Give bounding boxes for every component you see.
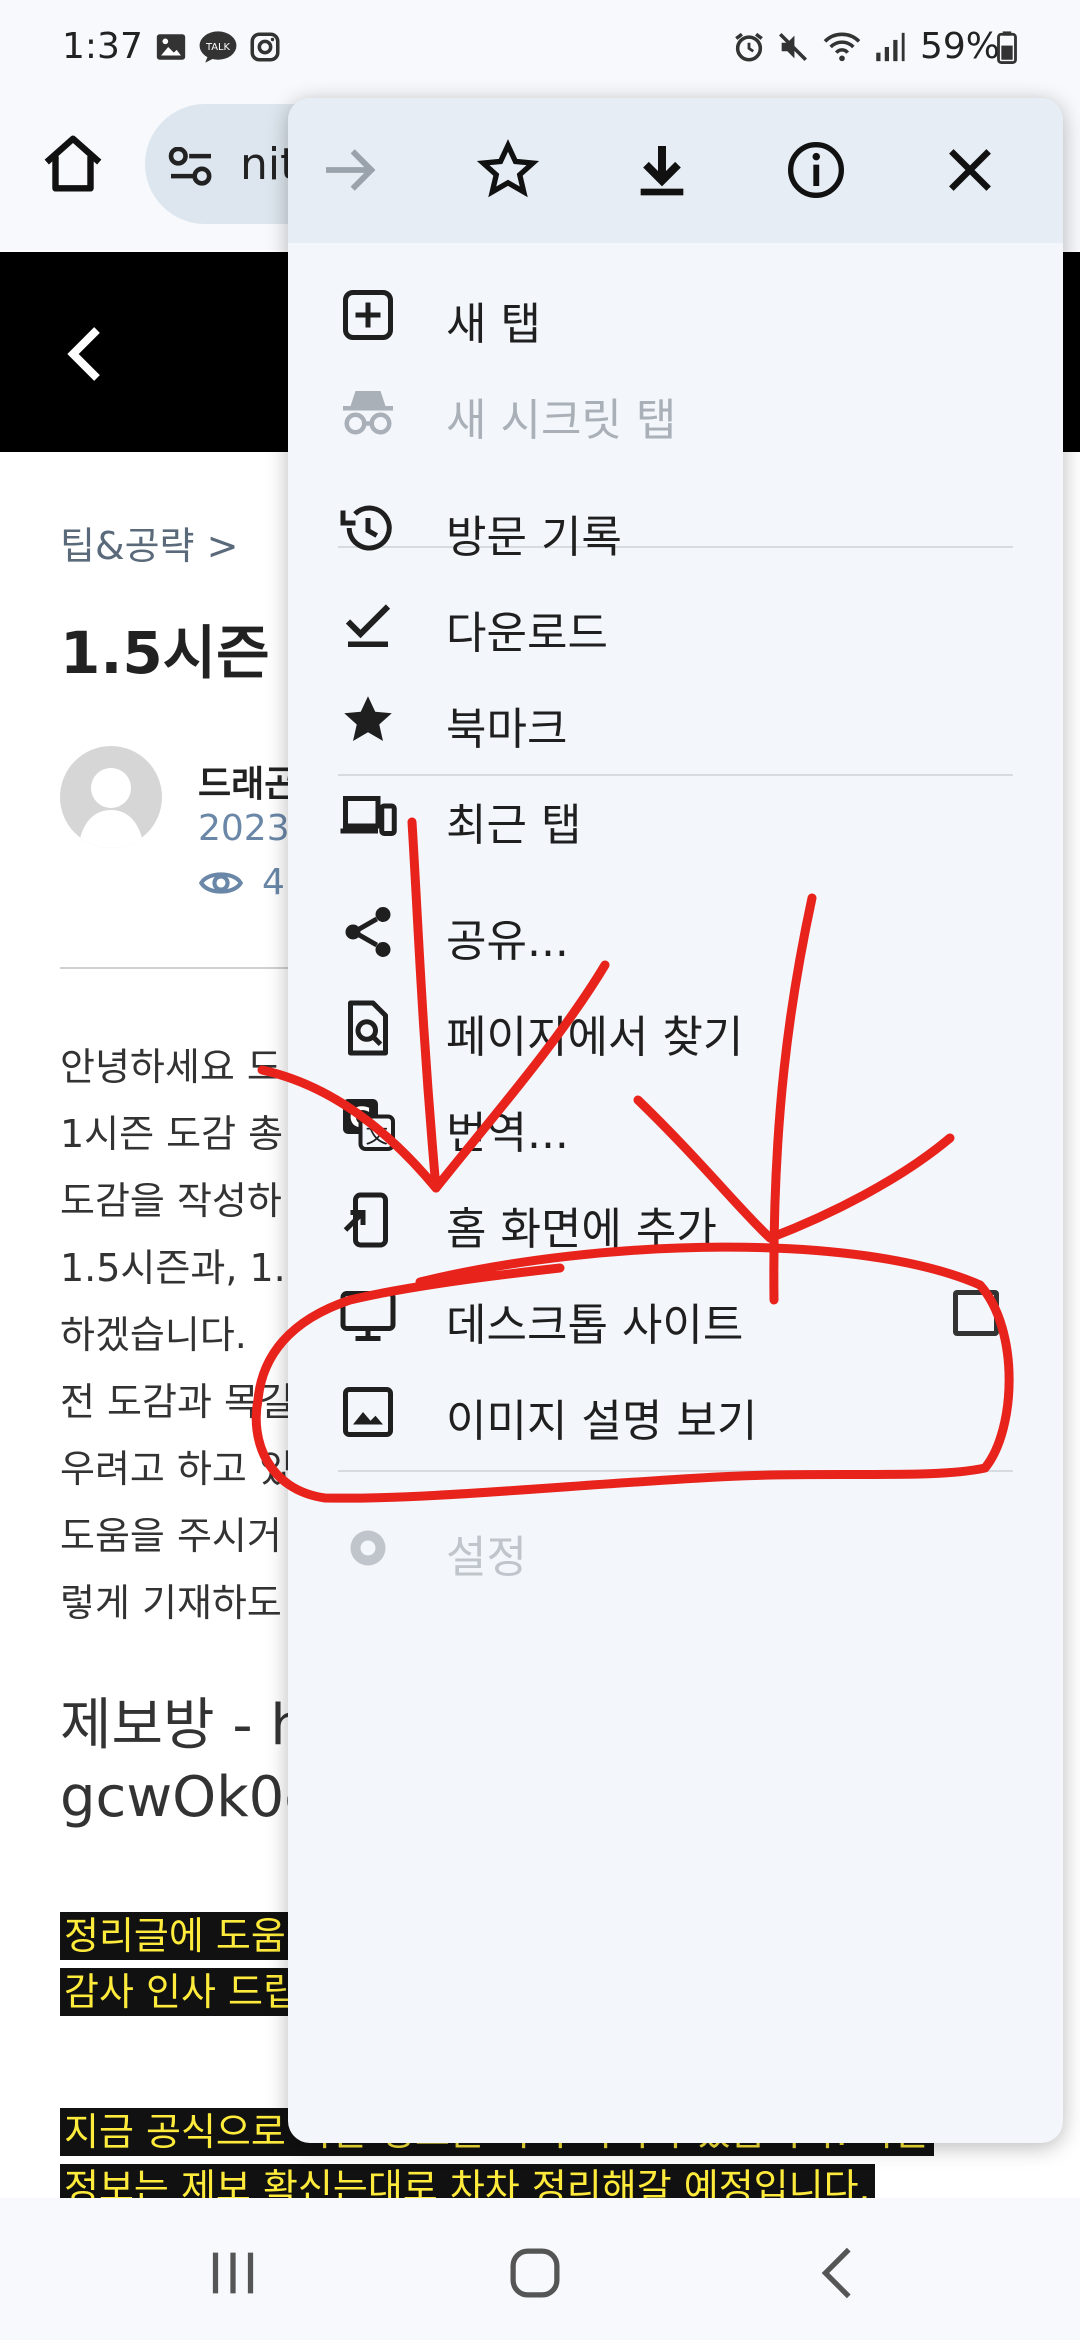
menu-item-label: 새 시크릿 탭 bbox=[446, 395, 677, 446]
alarm-icon bbox=[735, 32, 763, 62]
battery-percent: 59% bbox=[919, 26, 1000, 67]
recent-apps-icon[interactable] bbox=[198, 2238, 268, 2308]
system-nav-bar bbox=[0, 2198, 1080, 2340]
home-icon[interactable] bbox=[38, 130, 108, 200]
home-nav-icon[interactable] bbox=[500, 2238, 570, 2308]
menu-separator bbox=[338, 774, 1013, 776]
download-check-icon bbox=[345, 604, 391, 647]
body-line: 도감을 작성하 bbox=[60, 1179, 282, 1223]
battery-icon bbox=[997, 31, 1017, 64]
body-line: 1시즌 도감 총 bbox=[60, 1112, 284, 1156]
settings-icon bbox=[350, 1530, 386, 1566]
avatar bbox=[60, 746, 162, 848]
mute-icon bbox=[778, 32, 808, 62]
menu-item-label: 새 탭 bbox=[446, 299, 541, 350]
incognito-icon bbox=[343, 391, 393, 435]
back-nav-icon[interactable] bbox=[805, 2238, 875, 2308]
post-date: 2023- bbox=[198, 808, 303, 849]
body-line: 1.5시즌과, 1. bbox=[60, 1246, 286, 1290]
body-line: 우려고 하고 있 bbox=[60, 1447, 294, 1491]
menu-item-label: 최근 탭 bbox=[446, 800, 582, 851]
add-to-home-icon bbox=[343, 1192, 388, 1248]
menu-separator bbox=[338, 1470, 1013, 1472]
find-in-page-icon bbox=[348, 1000, 388, 1056]
back-chevron-icon[interactable] bbox=[65, 324, 105, 384]
menu-item-label: 설정 bbox=[446, 1532, 527, 1583]
menu-item-label: 공유... bbox=[446, 916, 569, 967]
desktop-site-checkbox[interactable] bbox=[953, 1290, 999, 1336]
highlight-line: 감사 인사 드립 bbox=[60, 1968, 302, 2016]
menu-item-label: 홈 화면에 추가 bbox=[446, 1204, 717, 1255]
signal-icon bbox=[876, 32, 905, 62]
svg-text:文: 文 bbox=[365, 1123, 388, 1149]
menu-item-label: 페이지에서 찾기 bbox=[446, 1012, 744, 1063]
heading-line: 제보방 - h bbox=[60, 1693, 306, 1758]
desktop-icon bbox=[340, 1291, 396, 1341]
new-tab-icon bbox=[343, 290, 393, 340]
browser-overflow-menu: 새 탭 새 시크릿 탭 방문 기록 다운로드 북마크 최근 탭 공유... 페이… bbox=[288, 98, 1063, 2143]
close-icon[interactable] bbox=[938, 138, 1002, 202]
recent-tabs-icon bbox=[340, 796, 397, 836]
body-line: 전 도감과 목길 bbox=[60, 1380, 294, 1424]
section-heading: 제보방 - h gcwOk0c bbox=[60, 1690, 315, 1834]
article-body: 안녕하세요 드 1시즌 도감 총 도감을 작성하 1.5시즌과, 1. 하겠습니… bbox=[60, 1034, 294, 1637]
menu-item-label: 데스크톱 사이트 bbox=[446, 1300, 744, 1351]
status-bar: 1:37 TALK 59% bbox=[0, 0, 1080, 100]
menu-item-image-descriptions[interactable]: 이미지 설명 보기 bbox=[288, 1352, 1063, 1472]
status-time: 1:37 bbox=[62, 26, 143, 67]
bookmark-star-icon[interactable] bbox=[476, 138, 540, 202]
image-icon bbox=[343, 1387, 393, 1437]
highlight-note: 정리글에 도움 감사 인사 드립 bbox=[60, 1908, 302, 2020]
forward-icon[interactable] bbox=[318, 138, 382, 202]
wifi-icon bbox=[823, 32, 861, 62]
menu-item-label: 북마크 bbox=[446, 704, 568, 755]
body-line: 도움을 주시거 bbox=[60, 1514, 282, 1558]
body-line: 안녕하세요 드 bbox=[60, 1045, 282, 1089]
menu-toolbar bbox=[288, 98, 1063, 243]
menu-item-label: 번역... bbox=[446, 1108, 569, 1159]
instagram-icon bbox=[250, 32, 280, 62]
gallery-icon bbox=[156, 34, 186, 60]
menu-item-label: 이미지 설명 보기 bbox=[446, 1396, 758, 1447]
highlight-line: 정리글에 도움 bbox=[60, 1912, 290, 1960]
breadcrumb[interactable]: 팁&공략 > bbox=[60, 515, 238, 570]
eye-icon bbox=[198, 872, 244, 894]
download-icon[interactable] bbox=[630, 138, 694, 202]
author-name: 드래곤 bbox=[198, 764, 298, 805]
svg-text:TALK: TALK bbox=[205, 42, 231, 53]
translate-icon: G文 bbox=[343, 1099, 395, 1151]
view-count: 4 bbox=[262, 862, 285, 903]
share-icon bbox=[345, 907, 391, 957]
body-line: 렇게 기재하도 bbox=[60, 1581, 282, 1625]
heading-line: gcwOk0c bbox=[60, 1765, 316, 1830]
menu-item-incognito[interactable]: 새 시크릿 탭 bbox=[288, 351, 1063, 471]
info-icon[interactable] bbox=[784, 138, 848, 202]
star-icon bbox=[344, 696, 392, 741]
menu-item-label: 방문 기록 bbox=[446, 512, 622, 563]
menu-item-label: 다운로드 bbox=[446, 608, 608, 659]
menu-item-settings[interactable]: 설정 bbox=[288, 1488, 1063, 1608]
history-icon bbox=[340, 505, 392, 551]
site-settings-icon[interactable] bbox=[167, 147, 215, 187]
body-line: 하겠습니다. bbox=[60, 1313, 247, 1357]
kakaotalk-icon: TALK bbox=[199, 31, 237, 63]
